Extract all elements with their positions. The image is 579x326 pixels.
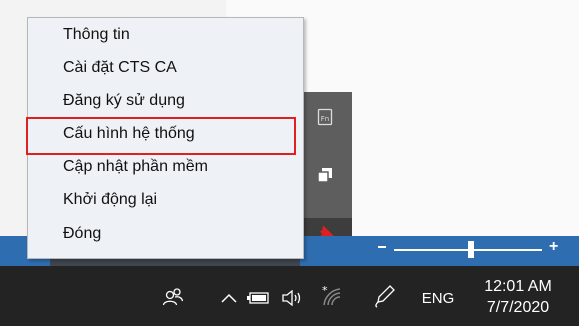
- menu-item-dong[interactable]: Đóng: [63, 221, 101, 247]
- taskbar-clock[interactable]: 12:01 AM 7/7/2020: [468, 276, 568, 318]
- overflow-tray-panel: Fn: [300, 92, 352, 218]
- people-icon[interactable]: [160, 284, 186, 310]
- battery-icon[interactable]: [245, 286, 271, 310]
- svg-text:*: *: [322, 285, 328, 297]
- fn-key-icon[interactable]: Fn: [314, 106, 336, 128]
- pen-icon[interactable]: [372, 282, 398, 310]
- clock-time: 12:01 AM: [484, 278, 552, 295]
- copy-windows-icon[interactable]: [314, 164, 336, 186]
- language-indicator[interactable]: ENG: [418, 286, 458, 310]
- zoom-out-button[interactable]: [378, 246, 386, 248]
- menu-item-cap-nhat-phan-mem[interactable]: Cập nhật phần mềm: [63, 154, 208, 180]
- menu-item-dang-ky-su-dung[interactable]: Đăng ký sử dụng: [63, 88, 185, 114]
- zoom-slider-thumb[interactable]: [468, 241, 474, 258]
- zoom-in-button[interactable]: +: [549, 239, 558, 255]
- svg-text:Fn: Fn: [321, 115, 329, 123]
- menu-item-thong-tin[interactable]: Thông tin: [63, 22, 130, 48]
- menu-item-cai-dat-cts-ca[interactable]: Cài đặt CTS CA: [63, 55, 177, 81]
- wifi-icon[interactable]: *: [318, 282, 346, 310]
- speaker-icon[interactable]: [279, 286, 305, 310]
- clock-date: 7/7/2020: [486, 299, 550, 316]
- chevron-up-icon[interactable]: [218, 286, 240, 310]
- menu-item-khoi-dong-lai[interactable]: Khởi động lại: [63, 187, 157, 213]
- highlight-box: [26, 117, 296, 155]
